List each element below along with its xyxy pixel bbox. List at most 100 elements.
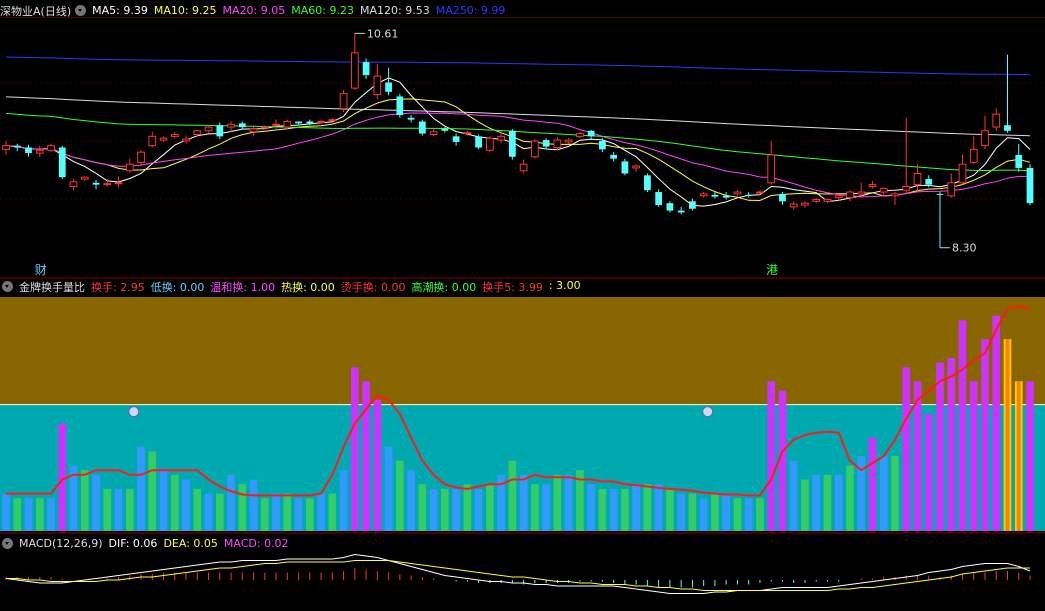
volume-bar (238, 484, 247, 531)
volume-bar (744, 498, 753, 531)
candle-body (92, 182, 100, 185)
candle-body (339, 93, 348, 110)
volume-bar (260, 498, 269, 531)
volume-bar (564, 474, 573, 531)
volume-bar (407, 470, 415, 531)
volume-bar (992, 315, 1001, 531)
candle-body (317, 121, 325, 124)
candle-body (632, 165, 641, 169)
candle-body (879, 187, 888, 193)
indicator-label: 温和换: 1.00 (210, 280, 276, 294)
candle-body (925, 179, 933, 185)
candle-body (756, 191, 764, 194)
candle-body (587, 130, 595, 137)
candle-body (13, 145, 21, 148)
volume-bar (801, 479, 809, 531)
candle-body (1015, 154, 1023, 168)
candle-body (396, 96, 404, 116)
volume-bar (666, 488, 674, 531)
candle-body (362, 62, 370, 76)
volume-bar (519, 474, 528, 531)
candle-body (666, 203, 674, 211)
macd-indicators: DIF: 0.06 DEA: 0.05 MACD: 0.02 (109, 537, 295, 550)
indicator-label: MA120: 9.53 (359, 4, 430, 17)
indicator-label: DEA: 0.05 (163, 537, 218, 550)
candle-body (283, 121, 292, 128)
candle-body (485, 137, 494, 151)
candle-body (148, 135, 157, 147)
indicator-label: 换手: 2.95 (91, 280, 145, 294)
candle-body (249, 128, 258, 133)
event-marker: 港 (766, 263, 778, 277)
ma5-line (5, 77, 1031, 207)
indicator-label: 烫手换: 0.00 (340, 280, 406, 294)
volume-bar (812, 474, 821, 531)
volume-bar (924, 414, 933, 531)
turnover-panel-title: 金牌换手量比 (19, 280, 85, 294)
candle-body (2, 145, 10, 150)
candle-body (58, 147, 66, 178)
volume-bar (137, 446, 145, 531)
candle-body (542, 140, 550, 147)
candle-body (182, 138, 190, 142)
volume-bar (170, 474, 179, 531)
candle-body (25, 147, 32, 154)
volume-bar (834, 474, 843, 531)
candle-body (969, 148, 978, 163)
volume-bar-core (1016, 381, 1021, 531)
candle-body (655, 192, 663, 206)
volume-bar (283, 493, 292, 531)
candle-body (373, 75, 382, 96)
candle-body (508, 130, 516, 157)
candle-body (306, 121, 314, 124)
chevron-down-icon[interactable] (2, 281, 13, 292)
turnover-chart[interactable] (0, 295, 1045, 534)
candle-body (418, 121, 426, 134)
volume-bar (294, 498, 303, 531)
candle-body (711, 194, 719, 197)
high-label: 10.61 (367, 27, 399, 40)
volume-bar (531, 484, 539, 531)
volume-bar (969, 381, 978, 531)
price-chart[interactable]: 10.61 8.30 财 港 (0, 17, 1045, 279)
chevron-down-icon[interactable] (75, 5, 87, 16)
indicator-label: 高潮换: 0.00 (411, 280, 477, 294)
volume-bar (182, 479, 190, 531)
candle-body (272, 123, 280, 126)
candle-body (958, 163, 967, 184)
volume-bar (508, 460, 517, 531)
candle-body (621, 161, 629, 174)
volume-bar (47, 498, 55, 531)
volume-bar (699, 498, 708, 531)
volume-bar (441, 488, 449, 531)
candle-body (531, 140, 539, 158)
volume-bar (756, 498, 764, 531)
volume-bar (103, 488, 112, 531)
smile-icon (128, 406, 140, 418)
chevron-down-icon[interactable] (2, 538, 13, 549)
volume-bar (339, 470, 348, 531)
candle-body (689, 201, 696, 209)
volume-bar (328, 493, 337, 531)
volume-bar (13, 498, 22, 531)
candle-body (1004, 125, 1011, 131)
volume-bar (981, 339, 989, 531)
ma120-line (5, 96, 1031, 137)
macd-panel-title: MACD(12,26,9) (19, 537, 103, 550)
indicator-label: : 3.00 (548, 278, 581, 292)
candle-body (936, 193, 944, 195)
volume-bar (688, 493, 697, 531)
candle-body (260, 126, 269, 129)
macd-chart[interactable] (0, 552, 1045, 611)
indicator-label: DIF: 0.06 (108, 537, 158, 550)
volume-bar (80, 470, 89, 531)
candle-body (216, 125, 224, 137)
volume-bar (643, 484, 652, 531)
volume-bar (891, 456, 899, 531)
volume-bar (193, 488, 202, 531)
candle-body (350, 52, 359, 89)
candle-body (497, 135, 505, 141)
volume-bar (463, 484, 472, 531)
candle-body (452, 136, 460, 142)
volume-bar (1026, 381, 1034, 531)
